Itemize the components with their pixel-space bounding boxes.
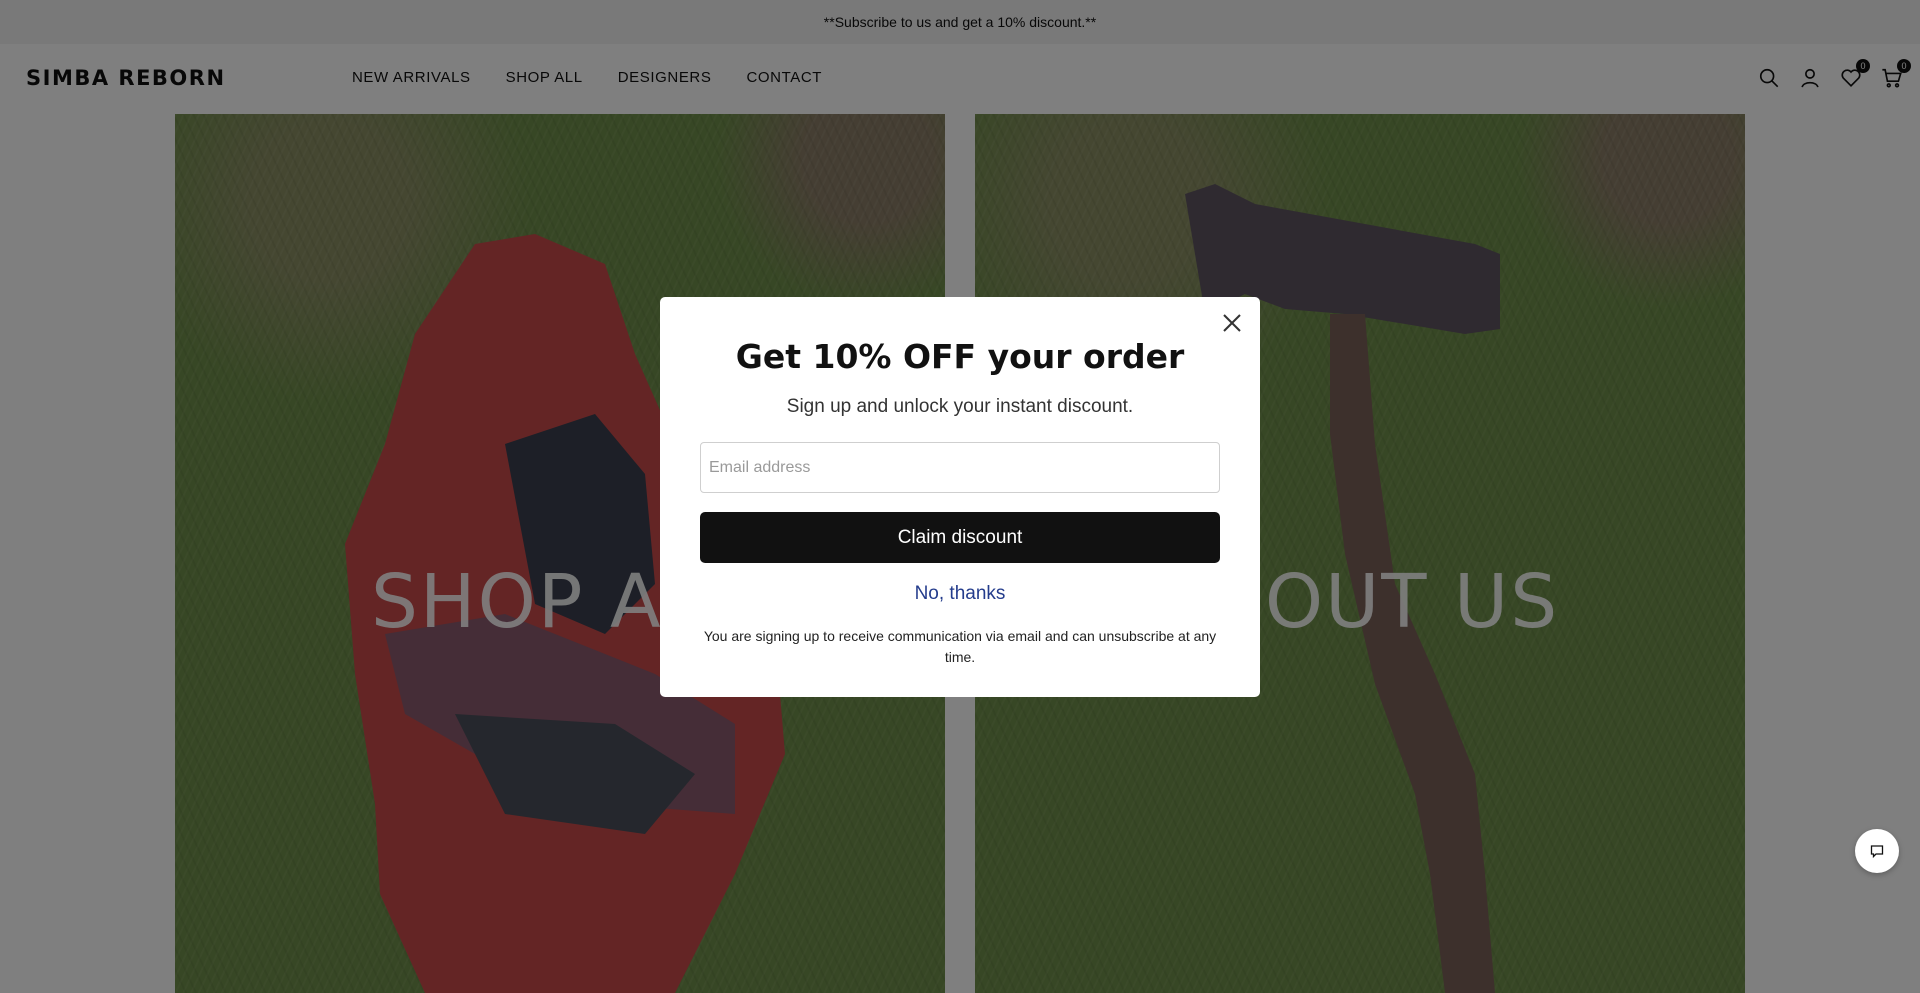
popup-title: Get 10% OFF your order [735,337,1185,376]
chat-bubble-icon [1870,845,1884,859]
close-icon[interactable] [1220,311,1244,335]
popup-subtitle: Sign up and unlock your instant discount… [786,396,1134,417]
popup-disclaimer: You are signing up to receive communicat… [703,628,1217,665]
chat-button[interactable] [1855,829,1899,873]
discount-popup: Get 10% OFF your order Sign up and unloc… [660,297,1260,697]
claim-discount-button[interactable]: Claim discount [700,512,1220,563]
no-thanks-link[interactable]: No, thanks [660,583,1260,605]
email-field[interactable] [700,442,1220,493]
